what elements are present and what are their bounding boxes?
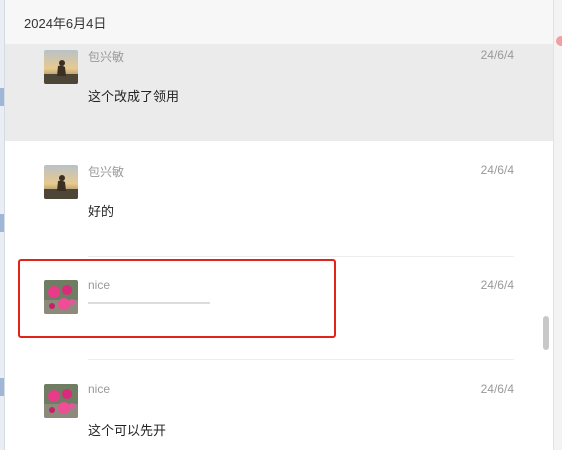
message-text: 这个改成了领用 bbox=[88, 89, 180, 104]
message-time: 24/6/4 bbox=[480, 163, 514, 177]
message-separator bbox=[88, 256, 514, 257]
message-list-panel[interactable]: 2024年6月4日 包兴敏 24/6/4 这个改成了领用 包兴敏 24/6/4 … bbox=[5, 0, 553, 450]
chat-history-window: 2024年6月4日 包兴敏 24/6/4 这个改成了领用 包兴敏 24/6/4 … bbox=[0, 0, 562, 450]
message-time: 24/6/4 bbox=[480, 48, 514, 62]
message-item[interactable]: nice 24/6/4 这个可以先开 bbox=[5, 379, 553, 450]
message-time: 24/6/4 bbox=[480, 382, 514, 396]
notification-dot-icon bbox=[556, 36, 562, 46]
pink-flowers-avatar-icon[interactable] bbox=[44, 384, 78, 418]
background-window-edge-right bbox=[553, 0, 562, 450]
annotation-highlight-box bbox=[18, 259, 336, 338]
sender-name: nice bbox=[88, 382, 111, 396]
date-group-header: 2024年6月4日 bbox=[5, 0, 553, 45]
message-item[interactable]: 包兴敏 24/6/4 这个改成了领用 bbox=[5, 45, 553, 141]
sunset-person-avatar-icon[interactable] bbox=[44, 165, 78, 199]
sunset-person-avatar-icon[interactable] bbox=[44, 50, 78, 84]
message-text: 这个可以先开 bbox=[88, 423, 167, 438]
sender-name: 包兴敏 bbox=[88, 165, 125, 179]
background-edge-marker bbox=[0, 378, 4, 396]
message-item[interactable]: 包兴敏 24/6/4 好的 bbox=[5, 160, 553, 256]
message-time: 24/6/4 bbox=[480, 278, 514, 292]
scrollbar-thumb[interactable] bbox=[543, 316, 549, 350]
message-separator bbox=[88, 359, 514, 360]
date-label: 2024年6月4日 bbox=[24, 16, 107, 31]
sender-name: 包兴敏 bbox=[88, 50, 125, 64]
background-edge-marker bbox=[0, 214, 4, 232]
background-edge-marker bbox=[0, 88, 4, 106]
message-text: 好的 bbox=[88, 204, 115, 219]
